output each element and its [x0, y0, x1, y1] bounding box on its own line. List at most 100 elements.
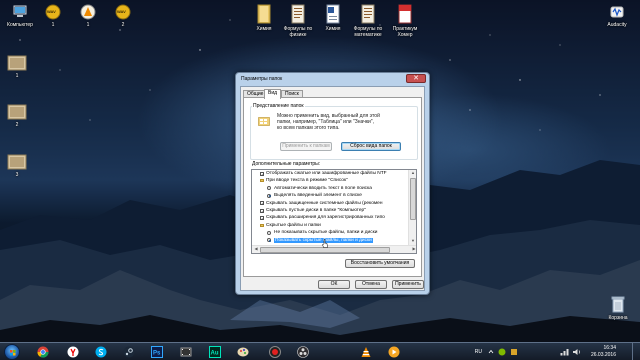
taskbar-video-editor[interactable] — [175, 344, 197, 360]
desktop-icon-wav-2[interactable]: 2 — [103, 4, 143, 28]
apply-to-folders-button[interactable]: Применить к папкам — [280, 142, 332, 151]
paint-icon — [237, 347, 249, 357]
word-document-icon — [326, 4, 340, 24]
restore-defaults-button[interactable]: Восстановить умолчания — [345, 259, 415, 268]
horizontal-scrollbar[interactable]: ◀ ▶ — [252, 245, 416, 253]
scroll-down-icon[interactable]: ▼ — [409, 238, 416, 244]
document-image-icon — [361, 4, 375, 24]
record-icon — [269, 346, 281, 358]
wav-badge: WAV — [47, 9, 56, 14]
radio-unchecked[interactable] — [267, 186, 271, 191]
desktop-icon-image-2[interactable]: 2 — [0, 104, 37, 128]
desktop-icon-pdf[interactable]: Практикум Хомер — [385, 4, 425, 38]
advanced-settings-label: Дополнительные параметры: — [252, 161, 321, 167]
cancel-button[interactable]: Отмена — [355, 280, 387, 289]
taskbar-media-player[interactable] — [383, 344, 405, 360]
recycle-bin-icon — [611, 296, 625, 313]
windows-logo-icon — [10, 350, 16, 356]
show-desktop-button[interactable] — [632, 343, 640, 360]
media-player-icon — [388, 346, 400, 358]
vlc-file-icon — [80, 4, 96, 20]
desktop-icon-vlc-1[interactable]: 1 — [68, 4, 108, 28]
setting-dont-show-hidden[interactable]: Не показывать скрытые файлы, папки и дис… — [252, 229, 408, 236]
tab-view[interactable]: Вид — [264, 89, 282, 99]
folder-view-icon — [258, 117, 270, 126]
desktop-icon-label: Формулы по математике — [353, 26, 383, 38]
network-icon[interactable] — [560, 348, 569, 356]
taskbar-audition[interactable]: Au — [204, 344, 226, 360]
scroll-right-icon[interactable]: ▶ — [410, 246, 416, 252]
clock-date[interactable]: 26.03.2016 — [584, 352, 616, 358]
checkbox-checked[interactable]: ✓ — [260, 208, 264, 213]
desktop-icon-physics-formulas[interactable]: Формулы по физике — [278, 4, 318, 38]
film-icon — [180, 347, 192, 357]
dialog-titlebar[interactable]: Параметры папок ✕ — [236, 73, 429, 85]
scroll-up-icon[interactable]: ▲ — [409, 170, 416, 176]
radio-unchecked[interactable] — [267, 230, 271, 235]
tray-app-icon[interactable] — [510, 348, 518, 356]
scroll-thumb[interactable] — [410, 178, 416, 220]
desktop-icon-wav-1[interactable]: 1 — [33, 4, 73, 28]
desktop-icon-recycle-bin[interactable]: Корзина — [598, 295, 638, 321]
setting-hide-protected-files[interactable]: ✓ Скрывать защищенные системные файлы (р… — [252, 200, 408, 207]
setting-hide-empty-drives[interactable]: ✓ Скрывать пустые диски в папке "Компьют… — [252, 207, 408, 214]
setting-hide-extensions[interactable]: ✓ Скрывать расширения для зарегистрирова… — [252, 214, 408, 221]
taskbar-photoshop[interactable]: Ps — [146, 344, 168, 360]
dialog-title: Параметры папок — [241, 76, 283, 82]
taskbar-steam[interactable] — [118, 344, 140, 360]
view-tab-panel: Представление папок Можно применить вид,… — [243, 97, 422, 277]
setting-group-hidden-files: Скрытые файлы и папки — [252, 222, 408, 229]
volume-icon[interactable] — [572, 348, 581, 356]
audacity-icon — [610, 6, 624, 18]
setting-select-typed-item[interactable]: Выделять введенный элемент в списке — [252, 192, 408, 199]
setting-show-hidden[interactable]: Показывать скрытые файлы, папки и диски — [252, 237, 408, 244]
desktop-icon-image-3[interactable]: 3 — [0, 154, 37, 178]
desktop-icon-audacity[interactable]: Audacity — [597, 4, 637, 28]
taskbar-vlc[interactable] — [355, 344, 377, 360]
scroll-left-icon[interactable]: ◀ — [252, 246, 260, 252]
taskbar-chrome[interactable] — [32, 344, 54, 360]
chrome-icon — [37, 346, 49, 358]
folder-icon — [260, 179, 264, 183]
taskbar-obs[interactable] — [292, 344, 314, 360]
radio-checked[interactable] — [267, 238, 271, 243]
photoshop-icon: Ps — [151, 346, 163, 358]
reset-folders-button[interactable]: Сброс вида папок — [341, 142, 401, 151]
tray-arrow-icon[interactable] — [488, 349, 494, 355]
desktop-icon-image-1[interactable]: 1 — [0, 55, 37, 79]
setting-show-compressed[interactable]: ✓ Отображать сжатые или зашифрованные фа… — [252, 170, 408, 177]
close-icon: ✕ — [413, 75, 419, 82]
start-button[interactable] — [4, 344, 20, 360]
image-file-icon — [7, 55, 27, 71]
folder-icon — [260, 223, 264, 227]
image-file-icon — [7, 154, 27, 170]
taskbar-yandex[interactable] — [62, 344, 84, 360]
apply-button[interactable]: Применить — [392, 280, 424, 289]
folder-views-description: Можно применить вид, выбранный для этой … — [277, 113, 380, 131]
language-indicator[interactable]: RU — [470, 349, 482, 355]
vertical-scrollbar[interactable]: ▲ ▼ — [408, 170, 416, 246]
desktop-icon-chemistry-doc[interactable]: Химия — [313, 4, 353, 32]
svg-text:Au: Au — [211, 351, 219, 357]
setting-type-into-search[interactable]: Автоматически вводить текст в поле поиск… — [252, 185, 408, 192]
pdf-file-icon — [398, 4, 412, 24]
desktop-icon-math-formulas[interactable]: Формулы по математике — [348, 4, 388, 38]
clock-time[interactable]: 16:34 — [584, 345, 616, 351]
desktop-icon-label: 1 — [86, 22, 90, 28]
radio-checked[interactable] — [267, 193, 271, 198]
checkbox-checked[interactable]: ✓ — [260, 201, 264, 206]
advanced-settings-tree: ✓ Отображать сжатые или зашифрованные фа… — [251, 169, 417, 254]
close-button[interactable]: ✕ — [406, 74, 426, 83]
tray-app-icon[interactable] — [498, 348, 506, 356]
desktop-icon-label: 1 — [15, 73, 19, 79]
taskbar-paint[interactable] — [232, 344, 254, 360]
taskbar: Ps Au RU 16:34 26.03.2016 — [0, 342, 640, 360]
checkbox-checked[interactable]: ✓ — [260, 216, 264, 221]
desktop-icon-label: 3 — [15, 172, 19, 178]
folder-views-group: Представление папок Можно применить вид,… — [250, 103, 418, 160]
taskbar-recorder[interactable] — [264, 344, 286, 360]
taskbar-skype[interactable] — [90, 344, 112, 360]
ok-button[interactable]: ОК — [318, 280, 350, 289]
vlc-icon — [361, 347, 371, 357]
checkbox-checked[interactable]: ✓ — [260, 171, 264, 176]
